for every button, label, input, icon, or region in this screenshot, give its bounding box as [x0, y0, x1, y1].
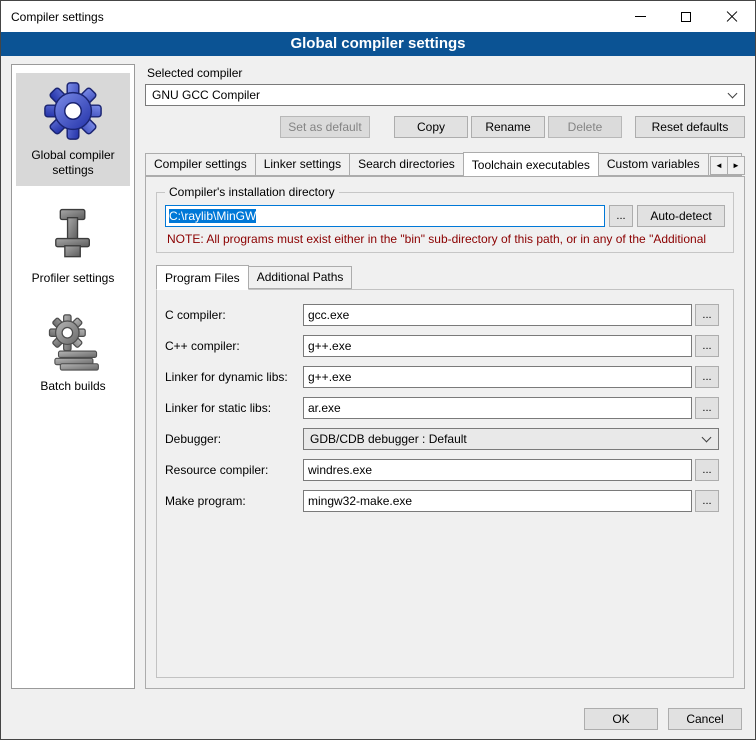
cpp-compiler-row: C++ compiler: ...	[165, 335, 719, 357]
resource-compiler-row: Resource compiler: ...	[165, 459, 719, 481]
sidebar-item-label: Batch builds	[40, 379, 105, 394]
browse-c-compiler-button[interactable]: ...	[695, 304, 719, 326]
gear-icon	[41, 79, 105, 143]
titlebar: Compiler settings	[1, 1, 755, 32]
browse-resource-compiler-button[interactable]: ...	[695, 459, 719, 481]
dialog-footer: OK Cancel	[1, 699, 755, 739]
minimize-button[interactable]	[617, 1, 663, 32]
make-program-label: Make program:	[165, 494, 303, 508]
copy-button[interactable]: Copy	[394, 116, 468, 138]
debugger-select-value: GDB/CDB debugger : Default	[310, 432, 467, 446]
delete-button[interactable]: Delete	[548, 116, 622, 138]
install-dir-value: C:\raylib\MinGW	[169, 209, 256, 223]
profiler-tool-icon	[41, 202, 105, 266]
arrow-right-icon: ►	[732, 161, 740, 170]
static-linker-input[interactable]	[303, 397, 692, 419]
sidebar-item-label: Profiler settings	[32, 271, 115, 286]
settings-tabstrip: Compiler settings Linker settings Search…	[145, 152, 745, 176]
cancel-button[interactable]: Cancel	[668, 708, 742, 730]
debugger-row: Debugger: GDB/CDB debugger : Default	[165, 428, 719, 450]
tab-scroll-right-button[interactable]: ►	[727, 156, 745, 175]
chevron-down-icon	[728, 89, 738, 99]
maximize-icon	[681, 12, 691, 22]
chevron-down-icon	[702, 433, 712, 443]
compiler-select[interactable]: GNU GCC Compiler	[145, 84, 745, 106]
cpp-compiler-label: C++ compiler:	[165, 339, 303, 353]
c-compiler-label: C compiler:	[165, 308, 303, 322]
selected-compiler-label: Selected compiler	[147, 66, 745, 80]
installation-directory-label: Compiler's installation directory	[165, 185, 339, 199]
ok-button[interactable]: OK	[584, 708, 658, 730]
program-tabs: Program Files Additional Paths	[156, 265, 734, 289]
batch-builds-gear-icon	[41, 310, 105, 374]
tab-toolchain-executables[interactable]: Toolchain executables	[463, 152, 599, 176]
sidebar-item-batch-builds[interactable]: Batch builds	[16, 304, 130, 402]
tab-scroll-left-button[interactable]: ◄	[710, 156, 728, 175]
close-icon	[726, 11, 738, 23]
tab-custom-variables[interactable]: Custom variables	[598, 153, 709, 176]
dynamic-linker-label: Linker for dynamic libs:	[165, 370, 303, 384]
make-program-row: Make program: ...	[165, 490, 719, 512]
minimize-icon	[635, 16, 646, 17]
set-as-default-button[interactable]: Set as default	[280, 116, 370, 138]
tab-additional-paths[interactable]: Additional Paths	[248, 266, 353, 289]
sidebar-item-label: Global compiler settings	[18, 148, 128, 178]
c-compiler-row: C compiler: ...	[165, 304, 719, 326]
note-text: NOTE: All programs must exist either in …	[167, 232, 725, 246]
browse-static-linker-button[interactable]: ...	[695, 397, 719, 419]
arrow-left-icon: ◄	[715, 161, 723, 170]
resource-compiler-input[interactable]	[303, 459, 692, 481]
window-controls	[617, 1, 755, 32]
tab-search-directories[interactable]: Search directories	[349, 153, 464, 176]
make-program-input[interactable]	[303, 490, 692, 512]
c-compiler-input[interactable]	[303, 304, 692, 326]
rename-button[interactable]: Rename	[471, 116, 545, 138]
dialog-body: Global compiler settings	[1, 56, 755, 699]
resource-compiler-label: Resource compiler:	[165, 463, 303, 477]
reset-defaults-button[interactable]: Reset defaults	[635, 116, 745, 138]
browse-make-program-button[interactable]: ...	[695, 490, 719, 512]
auto-detect-button[interactable]: Auto-detect	[637, 205, 725, 227]
sidebar: Global compiler settings	[11, 64, 135, 689]
tab-program-files[interactable]: Program Files	[156, 265, 249, 290]
static-linker-label: Linker for static libs:	[165, 401, 303, 415]
cpp-compiler-input[interactable]	[303, 335, 692, 357]
debugger-label: Debugger:	[165, 432, 303, 446]
tab-linker-settings[interactable]: Linker settings	[255, 153, 350, 176]
browse-cpp-compiler-button[interactable]: ...	[695, 335, 719, 357]
tab-scroll-buttons: ◄ ►	[711, 156, 745, 175]
close-button[interactable]	[709, 1, 755, 32]
main-panel: Selected compiler GNU GCC Compiler Set a…	[145, 64, 745, 689]
maximize-button[interactable]	[663, 1, 709, 32]
toolchain-executables-page: Compiler's installation directory C:\ray…	[145, 176, 745, 689]
sidebar-item-global-compiler-settings[interactable]: Global compiler settings	[16, 73, 130, 186]
browse-dynamic-linker-button[interactable]: ...	[695, 366, 719, 388]
sidebar-item-profiler-settings[interactable]: Profiler settings	[16, 196, 130, 294]
dynamic-linker-input[interactable]	[303, 366, 692, 388]
installation-directory-row: C:\raylib\MinGW ... Auto-detect	[165, 205, 725, 227]
dialog-header: Global compiler settings	[1, 32, 755, 56]
compiler-settings-window: Compiler settings Global compiler settin…	[0, 0, 756, 740]
window-title: Compiler settings	[1, 10, 104, 24]
static-linker-row: Linker for static libs: ...	[165, 397, 719, 419]
dynamic-linker-row: Linker for dynamic libs: ...	[165, 366, 719, 388]
debugger-select[interactable]: GDB/CDB debugger : Default	[303, 428, 719, 450]
installation-directory-groupbox: Compiler's installation directory C:\ray…	[156, 185, 734, 253]
browse-install-dir-button[interactable]: ...	[609, 205, 633, 227]
compiler-select-value: GNU GCC Compiler	[152, 88, 260, 102]
compiler-actions: Set as default Copy Rename Delete Reset …	[145, 116, 745, 138]
tab-compiler-settings[interactable]: Compiler settings	[145, 153, 256, 176]
install-dir-input[interactable]: C:\raylib\MinGW	[165, 205, 605, 227]
program-files-page: C compiler: ... C++ compiler: ... Linker…	[156, 289, 734, 678]
